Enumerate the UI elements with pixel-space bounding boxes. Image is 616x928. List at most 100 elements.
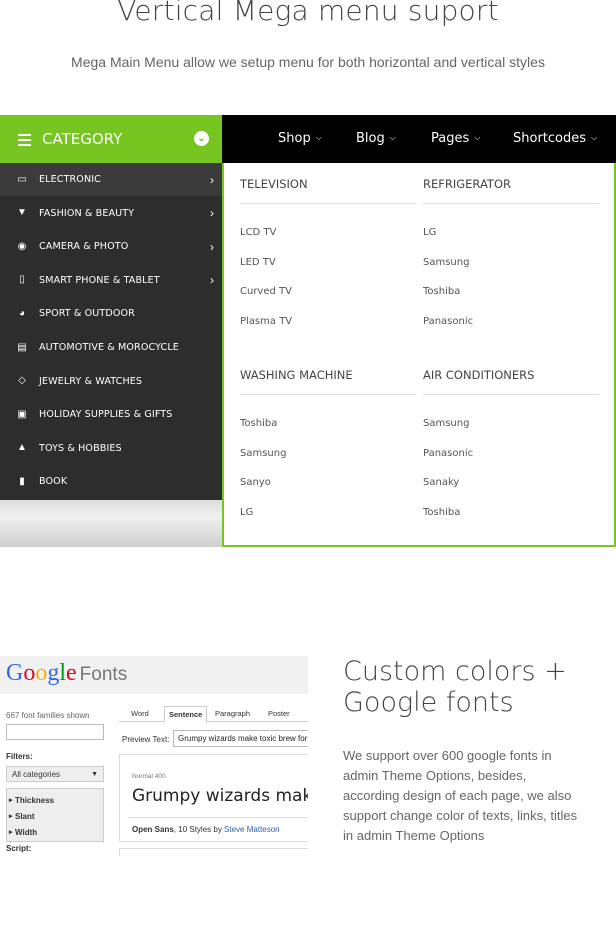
- sidebar-item-label: TOYS & HOBBIES: [39, 442, 122, 454]
- sidebar-item-label: CAMERA & PHOTO: [39, 241, 129, 253]
- tab-poster[interactable]: Poster: [264, 709, 294, 723]
- font-card-next: [119, 848, 308, 856]
- nav-item-pages[interactable]: Pages ⌵: [431, 131, 480, 146]
- category-header[interactable]: CATEGORY ⌄: [0, 115, 222, 163]
- sidebar-item-toys[interactable]: ▲ TOYS & HOBBIES: [0, 432, 222, 465]
- toy-icon: ▲: [17, 442, 27, 454]
- filter-width[interactable]: Width: [7, 825, 103, 841]
- globe-icon: ◕: [18, 307, 26, 319]
- tab-word[interactable]: Word: [127, 709, 153, 723]
- mega-dropdown-panel: TELEVISION LCD TV LED TV Curved TV Plasm…: [222, 163, 616, 547]
- font-author-link[interactable]: Steve Matteson: [224, 825, 280, 834]
- chevron-down-icon: ⌵: [474, 133, 481, 142]
- hero-subtitle: Mega Main Menu allow we setup menu for b…: [71, 54, 545, 70]
- script-label: Script:: [6, 844, 32, 853]
- chevron-right-icon: ›: [210, 273, 214, 288]
- sidebar-item-fashion[interactable]: ▼ FASHION & BEAUTY ›: [0, 197, 222, 230]
- mega-link[interactable]: LG: [423, 218, 599, 248]
- font-card: Normal 400 Grumpy wizards make Open Sans…: [119, 754, 308, 842]
- font-weight-label: Normal 400: [132, 773, 166, 780]
- caret-down-icon: ▼: [91, 771, 98, 778]
- sidebar-item-smartphone[interactable]: ▯ SMART PHONE & TABLET ›: [0, 264, 222, 297]
- mega-link[interactable]: Panasonic: [423, 307, 599, 337]
- diamond-icon: ◇: [18, 375, 26, 387]
- mega-link[interactable]: Sanaky: [423, 468, 599, 498]
- font-meta: Open Sans, 10 Styles by Steve Matteson: [132, 825, 280, 834]
- mega-link[interactable]: LCD TV: [240, 218, 416, 248]
- mega-column-heading[interactable]: WASHING MACHINE: [240, 368, 416, 395]
- book-icon: ▮: [19, 475, 25, 487]
- category-title: CATEGORY: [42, 130, 123, 148]
- sidebar-item-label: SPORT & OUTDOOR: [39, 308, 135, 320]
- sidebar-item-jewelry[interactable]: ◇ JEWELRY & WATCHES: [0, 365, 222, 398]
- mega-link[interactable]: Samsung: [423, 409, 599, 439]
- chevron-down-icon[interactable]: ⌄: [194, 131, 209, 146]
- mega-column-washing-machine: WASHING MACHINE Toshiba Samsung Sanyo LG: [240, 368, 416, 527]
- mega-link[interactable]: Toshiba: [423, 277, 599, 307]
- mega-link[interactable]: Plasma TV: [240, 307, 416, 337]
- nav-item-shop[interactable]: Shop ⌵: [278, 131, 322, 146]
- nav-item-shortcodes[interactable]: Shortcodes ⌵: [513, 131, 597, 146]
- laptop-icon: ▭: [17, 173, 27, 185]
- mega-link[interactable]: Panasonic: [423, 439, 599, 469]
- mega-link[interactable]: Samsung: [423, 248, 599, 278]
- sidebar-item-book[interactable]: ▮ BOOK: [0, 465, 222, 498]
- chevron-right-icon: ›: [210, 206, 214, 221]
- sidebar-item-label: JEWELRY & WATCHES: [39, 375, 143, 387]
- font-count: 667 font families shown: [6, 711, 90, 720]
- font-search-input[interactable]: [6, 724, 104, 740]
- sidebar-footer-decoration: [0, 500, 222, 547]
- properties-filter: Thickness Slant Width: [6, 788, 104, 842]
- chevron-right-icon: ›: [210, 172, 214, 187]
- font-family-name[interactable]: Open Sans: [132, 825, 174, 834]
- category-select[interactable]: All categories ▼: [6, 766, 104, 782]
- preview-text-input[interactable]: Grumpy wizards make toxic brew for th: [173, 730, 308, 747]
- camera-icon: ◉: [17, 240, 27, 252]
- nav-item-blog[interactable]: Blog ⌵: [356, 131, 396, 146]
- font-sample-text: Grumpy wizards make: [132, 786, 308, 806]
- preview-text-label: Preview Text:: [122, 735, 170, 744]
- filter-thickness[interactable]: Thickness: [7, 793, 103, 809]
- tablet-icon: ▯: [19, 274, 25, 286]
- chevron-down-icon: ⌵: [315, 133, 322, 142]
- custom-colors-title: Custom colors + Google fonts: [343, 656, 567, 718]
- mega-column-television: TELEVISION LCD TV LED TV Curved TV Plasm…: [240, 177, 416, 336]
- google-fonts-screenshot: Google Fonts 667 font families shown Filt…: [0, 656, 308, 856]
- top-navigation: Shop ⌵ Blog ⌵ Pages ⌵ Shortcodes ⌵: [222, 115, 616, 163]
- sidebar-item-electronic[interactable]: ▭ ELECTRONIC ›: [0, 163, 222, 196]
- filter-slant[interactable]: Slant: [7, 809, 103, 825]
- tab-paragraph[interactable]: Paragraph: [211, 709, 254, 723]
- sidebar-item-label: FASHION & BEAUTY: [39, 207, 135, 219]
- tab-sentence[interactable]: Sentence: [164, 706, 208, 723]
- sidebar-item-label: AUTOMOTIVE & MOROCYCLE: [39, 342, 179, 353]
- sidebar-item-holiday[interactable]: ▣ HOLIDAY SUPPLIES & GIFTS: [0, 398, 222, 431]
- mega-column-heading[interactable]: REFRIGERATOR: [423, 177, 599, 204]
- google-logo-text: Google: [6, 660, 77, 686]
- mega-column-heading[interactable]: TELEVISION: [240, 177, 416, 204]
- mega-link[interactable]: Curved TV: [240, 277, 416, 307]
- mega-link[interactable]: Toshiba: [423, 498, 599, 528]
- sidebar-item-sport[interactable]: ◕ SPORT & OUTDOOR: [0, 297, 222, 330]
- google-fonts-header: Google Fonts: [0, 656, 308, 694]
- sidebar-item-automotive[interactable]: ▤ AUTOMOTIVE & MOROCYCLE: [0, 331, 222, 364]
- custom-colors-description: We support over 600 google fonts in admi…: [343, 748, 578, 843]
- preview-tabs: Word Sentence Paragraph Poster: [119, 706, 308, 723]
- sidebar-item-label: SMART PHONE & TABLET: [39, 274, 160, 286]
- mega-link[interactable]: Toshiba: [240, 409, 416, 439]
- hamburger-icon: [18, 134, 31, 149]
- mega-column-air-conditioners: AIR CONDITIONERS Samsung Panasonic Sanak…: [423, 368, 599, 527]
- sidebar-item-label: BOOK: [39, 476, 68, 488]
- mega-column-heading[interactable]: AIR CONDITIONERS: [423, 368, 599, 395]
- mega-link[interactable]: Sanyo: [240, 468, 416, 498]
- mega-link[interactable]: LED TV: [240, 248, 416, 278]
- mega-link[interactable]: LG: [240, 498, 416, 528]
- mega-link[interactable]: Samsung: [240, 439, 416, 469]
- sidebar-item-camera[interactable]: ◉ CAMERA & PHOTO ›: [0, 230, 222, 263]
- filters-label: Filters:: [6, 752, 33, 761]
- mega-column-refrigerator: REFRIGERATOR LG Samsung Toshiba Panasoni…: [423, 177, 599, 336]
- car-icon: ▤: [17, 341, 27, 353]
- tshirt-icon: ▼: [17, 207, 27, 219]
- fonts-logo-text: Fonts: [79, 664, 128, 685]
- sidebar-item-label: HOLIDAY SUPPLIES & GIFTS: [39, 409, 173, 421]
- mega-menu-demo: CATEGORY ⌄ Shop ⌵ Blog ⌵ Pages ⌵ Shortcodes…: [0, 115, 616, 547]
